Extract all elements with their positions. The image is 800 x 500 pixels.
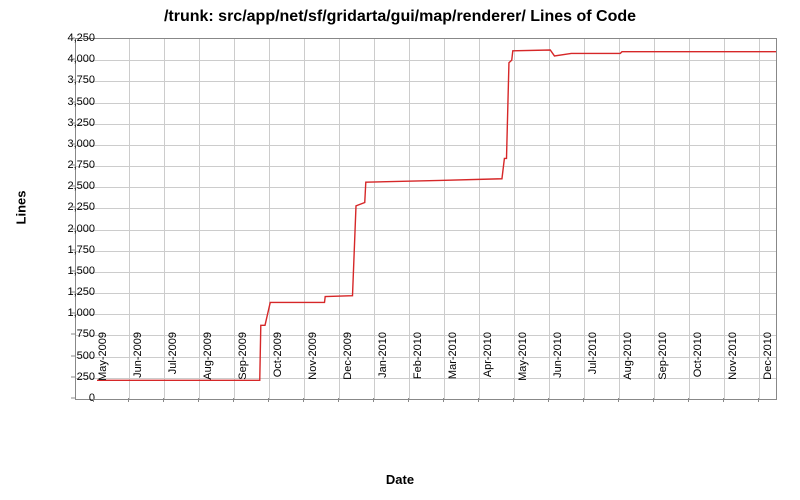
x-tick-label: May-2009 xyxy=(97,332,109,402)
x-tick-label: Oct-2009 xyxy=(272,332,284,402)
y-tick-label: 4,000 xyxy=(45,53,95,65)
y-tick-label: 3,250 xyxy=(45,117,95,129)
x-tick-label: Jul-2010 xyxy=(587,332,599,402)
x-tick-label: Jul-2009 xyxy=(167,332,179,402)
x-tick-label: Sep-2010 xyxy=(657,332,669,402)
y-tick-label: 3,750 xyxy=(45,74,95,86)
y-tick-label: 3,000 xyxy=(45,138,95,150)
y-tick-label: 1,500 xyxy=(45,265,95,277)
y-tick-label: 2,500 xyxy=(45,180,95,192)
y-tick-label: 250 xyxy=(45,371,95,383)
x-tick-label: Dec-2010 xyxy=(762,332,774,402)
x-tick-label: Aug-2010 xyxy=(622,332,634,402)
x-axis-label: Date xyxy=(0,472,800,487)
data-line xyxy=(97,50,776,380)
x-tick-label: Jan-2010 xyxy=(377,332,389,402)
y-tick-label: 1,000 xyxy=(45,307,95,319)
y-axis-label: Lines xyxy=(13,191,28,225)
y-tick-label: 750 xyxy=(45,328,95,340)
x-tick-label: May-2010 xyxy=(517,332,529,402)
line-series xyxy=(76,39,776,399)
x-tick-label: Dec-2009 xyxy=(342,332,354,402)
x-tick-label: Jun-2010 xyxy=(552,332,564,402)
y-tick-label: 1,250 xyxy=(45,286,95,298)
chart-title: /trunk: src/app/net/sf/gridarta/gui/map/… xyxy=(0,8,800,26)
x-tick-label: Feb-2010 xyxy=(412,332,424,402)
x-tick-label: Aug-2009 xyxy=(202,332,214,402)
y-tick-label: 2,750 xyxy=(45,159,95,171)
x-tick-label: Apr-2010 xyxy=(482,332,494,402)
x-tick-label: Sep-2009 xyxy=(237,332,249,402)
y-tick-label: 500 xyxy=(45,350,95,362)
x-tick-label: Oct-2010 xyxy=(692,332,704,402)
y-tick-label: 1,750 xyxy=(45,244,95,256)
chart: /trunk: src/app/net/sf/gridarta/gui/map/… xyxy=(0,0,800,500)
x-tick-label: Nov-2009 xyxy=(307,332,319,402)
y-tick-label: 0 xyxy=(45,392,95,404)
x-tick-label: Jun-2009 xyxy=(132,332,144,402)
x-tick-label: Nov-2010 xyxy=(727,332,739,402)
y-tick-label: 2,000 xyxy=(45,223,95,235)
y-tick-label: 3,500 xyxy=(45,96,95,108)
plot-area xyxy=(75,38,777,400)
x-tick-label: Mar-2010 xyxy=(447,332,459,402)
y-tick-label: 2,250 xyxy=(45,201,95,213)
y-tick-label: 4,250 xyxy=(45,32,95,44)
